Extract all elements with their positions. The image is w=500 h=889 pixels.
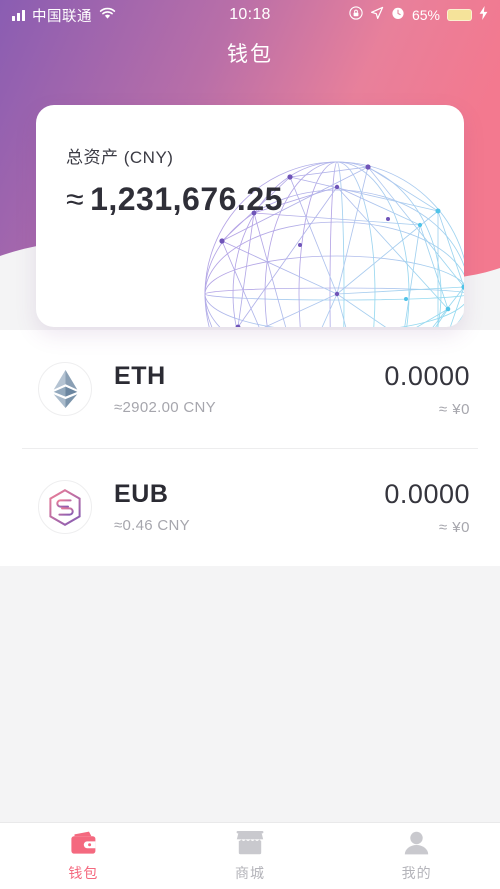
coin-amounts: 0.0000 ≈ ¥0 bbox=[384, 361, 470, 418]
total-assets-label: 总资产 (CNY) bbox=[66, 148, 174, 167]
status-bar: 中国联通 10:18 65% bbox=[0, 0, 500, 30]
tab-wallet[interactable]: 钱包 bbox=[0, 823, 167, 889]
tab-label: 商城 bbox=[235, 864, 265, 881]
tab-label: 我的 bbox=[401, 864, 432, 881]
coin-quantity: 0.0000 bbox=[384, 478, 470, 509]
tab-profile[interactable]: 我的 bbox=[333, 823, 500, 889]
battery-percentage: 65% bbox=[411, 7, 440, 23]
store-icon bbox=[236, 830, 264, 857]
coin-info: ETH ≈2902.00 CNY bbox=[114, 362, 216, 416]
location-arrow-icon bbox=[370, 6, 384, 24]
table-row[interactable]: EUB ≈0.46 CNY 0.0000 ≈ ¥0 bbox=[0, 448, 500, 566]
status-bar-left: 中国联通 bbox=[12, 5, 116, 26]
person-icon bbox=[404, 830, 429, 857]
alarm-clock-icon bbox=[391, 6, 405, 24]
page-title: 钱包 bbox=[227, 43, 273, 66]
eub-hexagon-logo-icon bbox=[38, 480, 92, 534]
coin-info: EUB ≈0.46 CNY bbox=[114, 480, 190, 534]
total-assets-value: 1,231,676.25 bbox=[90, 181, 283, 217]
rotation-lock-icon bbox=[349, 6, 363, 24]
coin-rate: ≈2902.00 CNY bbox=[114, 399, 216, 416]
tab-label: 钱包 bbox=[68, 864, 99, 881]
coin-symbol: ETH bbox=[114, 362, 166, 390]
total-balance-card[interactable]: 总资产 (CNY) ≈1,231,676.25 bbox=[36, 105, 464, 327]
table-row[interactable]: ETH ≈2902.00 CNY 0.0000 ≈ ¥0 bbox=[0, 330, 500, 448]
signal-bars-icon bbox=[12, 9, 25, 21]
coin-quantity: 0.0000 bbox=[384, 360, 470, 391]
coin-rate: ≈0.46 CNY bbox=[114, 517, 190, 534]
asset-list: ETH ≈2902.00 CNY 0.0000 ≈ ¥0 EUB ≈0.46 C… bbox=[0, 330, 500, 566]
status-bar-right: 65% bbox=[349, 6, 488, 24]
wifi-icon bbox=[99, 7, 116, 24]
lightning-bolt-icon bbox=[479, 6, 488, 24]
total-assets-amount: ≈1,231,676.25 bbox=[66, 181, 283, 218]
coin-fiat-value: ≈ ¥0 bbox=[438, 518, 470, 536]
wallet-icon bbox=[70, 830, 97, 857]
tab-store[interactable]: 商城 bbox=[167, 823, 334, 889]
coin-symbol: EUB bbox=[114, 480, 169, 508]
coin-amounts: 0.0000 ≈ ¥0 bbox=[384, 479, 470, 536]
approx-symbol: ≈ bbox=[66, 181, 85, 217]
coin-fiat-value: ≈ ¥0 bbox=[438, 400, 470, 418]
balance-text-block: 总资产 (CNY) ≈1,231,676.25 bbox=[66, 143, 283, 218]
battery-icon bbox=[447, 9, 472, 21]
ethereum-logo-icon bbox=[38, 362, 92, 416]
carrier-name: 中国联通 bbox=[32, 8, 92, 25]
bottom-tab-bar: 钱包 商城 我的 bbox=[0, 822, 500, 889]
wallet-app-screen: 中国联通 10:18 65% 钱包 总资产 (CNY) ≈ 1,231,676.… bbox=[0, 0, 500, 889]
